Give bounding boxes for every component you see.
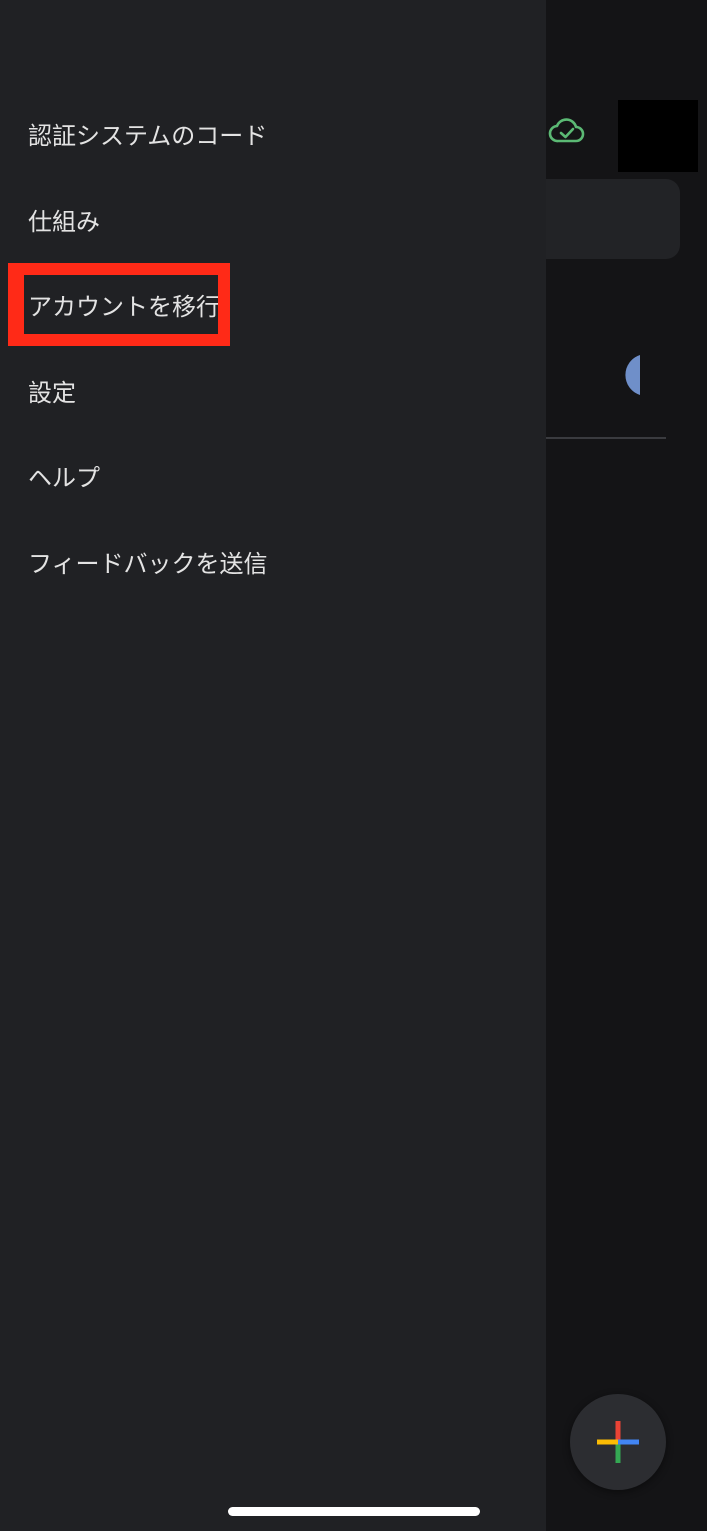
add-icon [597, 1421, 639, 1463]
navigation-drawer: 認証システムのコード 仕組み アカウントを移行 設定 ヘルプ フィードバックを送… [0, 0, 546, 1531]
add-button[interactable] [570, 1394, 666, 1490]
list-divider [546, 437, 666, 439]
drawer-item-transfer-accounts[interactable]: アカウントを移行 [28, 287, 220, 327]
screen: 認証システムのコード 仕組み アカウントを移行 設定 ヘルプ フィードバックを送… [0, 0, 707, 1531]
drawer-item-settings[interactable]: 設定 [28, 373, 76, 413]
avatar[interactable] [618, 100, 698, 172]
drawer-item-authenticator-codes[interactable]: 認証システムのコード [28, 116, 267, 156]
drawer-item-help[interactable]: ヘルプ [28, 458, 100, 498]
home-indicator[interactable] [228, 1507, 480, 1516]
cloud-sync-check-icon[interactable] [548, 114, 586, 148]
timer-icon [625, 355, 640, 395]
drawer-item-send-feedback[interactable]: フィードバックを送信 [28, 544, 268, 584]
drawer-item-how-it-works[interactable]: 仕組み [28, 202, 100, 242]
